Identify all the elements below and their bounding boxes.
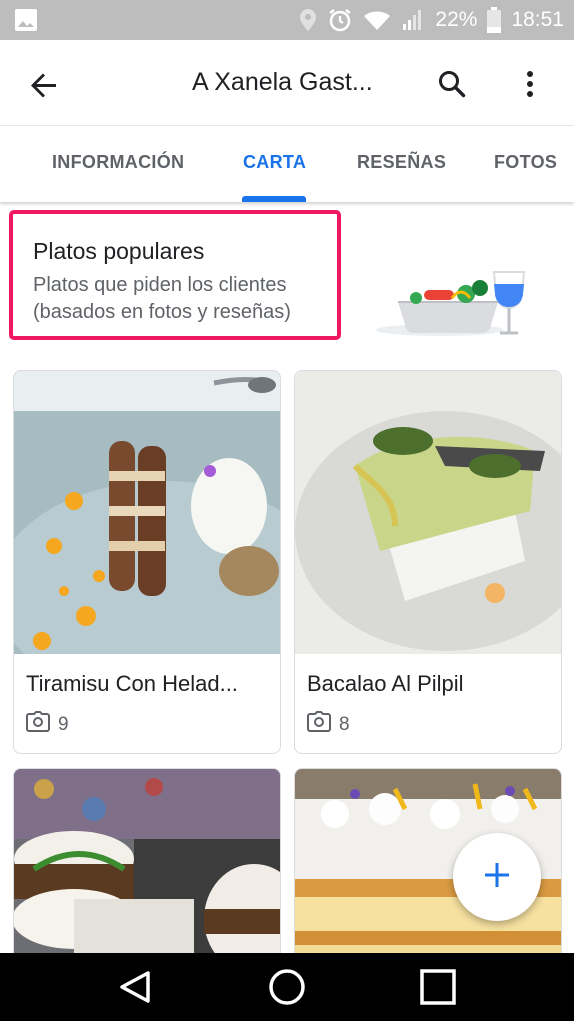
camera-icon [26,711,50,739]
dish-name: Bacalao Al Pilpil [307,671,464,696]
more-vert-icon[interactable] [510,64,550,104]
wifi-icon [363,9,391,31]
salad-illustration [370,262,538,342]
page-title: A Xanela Gast... [192,68,373,96]
dish-card-bacalao[interactable]: Bacalao Al Pilpil 8 [294,370,562,754]
location-icon [299,8,317,32]
photo-count: 8 [307,711,350,739]
back-arrow-icon[interactable] [24,65,64,105]
clock: 18:51 [511,8,564,31]
plus-icon [481,859,513,896]
search-icon[interactable] [432,64,472,104]
dish-photo [14,769,280,967]
tab-resenas[interactable]: RESEÑAS [357,152,446,173]
dish-name: Tiramisu Con Helad... [26,671,238,696]
tab-fotos[interactable]: FOTOS [494,152,557,173]
alarm-icon [327,7,353,33]
photo-count-value: 8 [339,714,350,735]
app-bar: A Xanela Gast... [0,40,574,126]
battery-icon [487,7,502,33]
tab-bar: INFORMACIÓN CARTA RESEÑAS FOTOS [0,126,574,202]
tab-carta[interactable]: CARTA [243,152,306,173]
photo-count-value: 9 [58,714,69,735]
section-subtitle: Platos que piden los clientes (basados e… [33,272,291,326]
system-nav-bar [0,953,574,1021]
battery-percent: 22% [435,8,478,31]
dish-card-tiramisu[interactable]: Tiramisu Con Helad... 9 [13,370,281,754]
section-title: Platos populares [33,238,205,264]
signal-icon [401,8,425,32]
popular-dishes-highlight: Platos populares Platos que piden los cl… [9,210,341,340]
nav-back-icon[interactable] [116,967,156,1007]
subtitle-line-1: Platos que piden los clientes [33,274,287,296]
nav-recents-icon[interactable] [418,967,458,1007]
tab-informacion[interactable]: INFORMACIÓN [52,152,184,173]
image-icon [14,8,38,37]
nav-home-icon[interactable] [267,967,307,1007]
add-fab-button[interactable] [453,833,541,921]
subtitle-line-2: (basados en fotos y reseñas) [33,301,291,323]
dish-photo [295,371,561,654]
dish-card-3[interactable] [13,768,281,968]
status-bar: 22% 18:51 [0,0,574,40]
dish-photo [14,371,280,701]
photo-count: 9 [26,711,69,739]
camera-icon [307,711,331,739]
active-tab-indicator [242,196,306,202]
